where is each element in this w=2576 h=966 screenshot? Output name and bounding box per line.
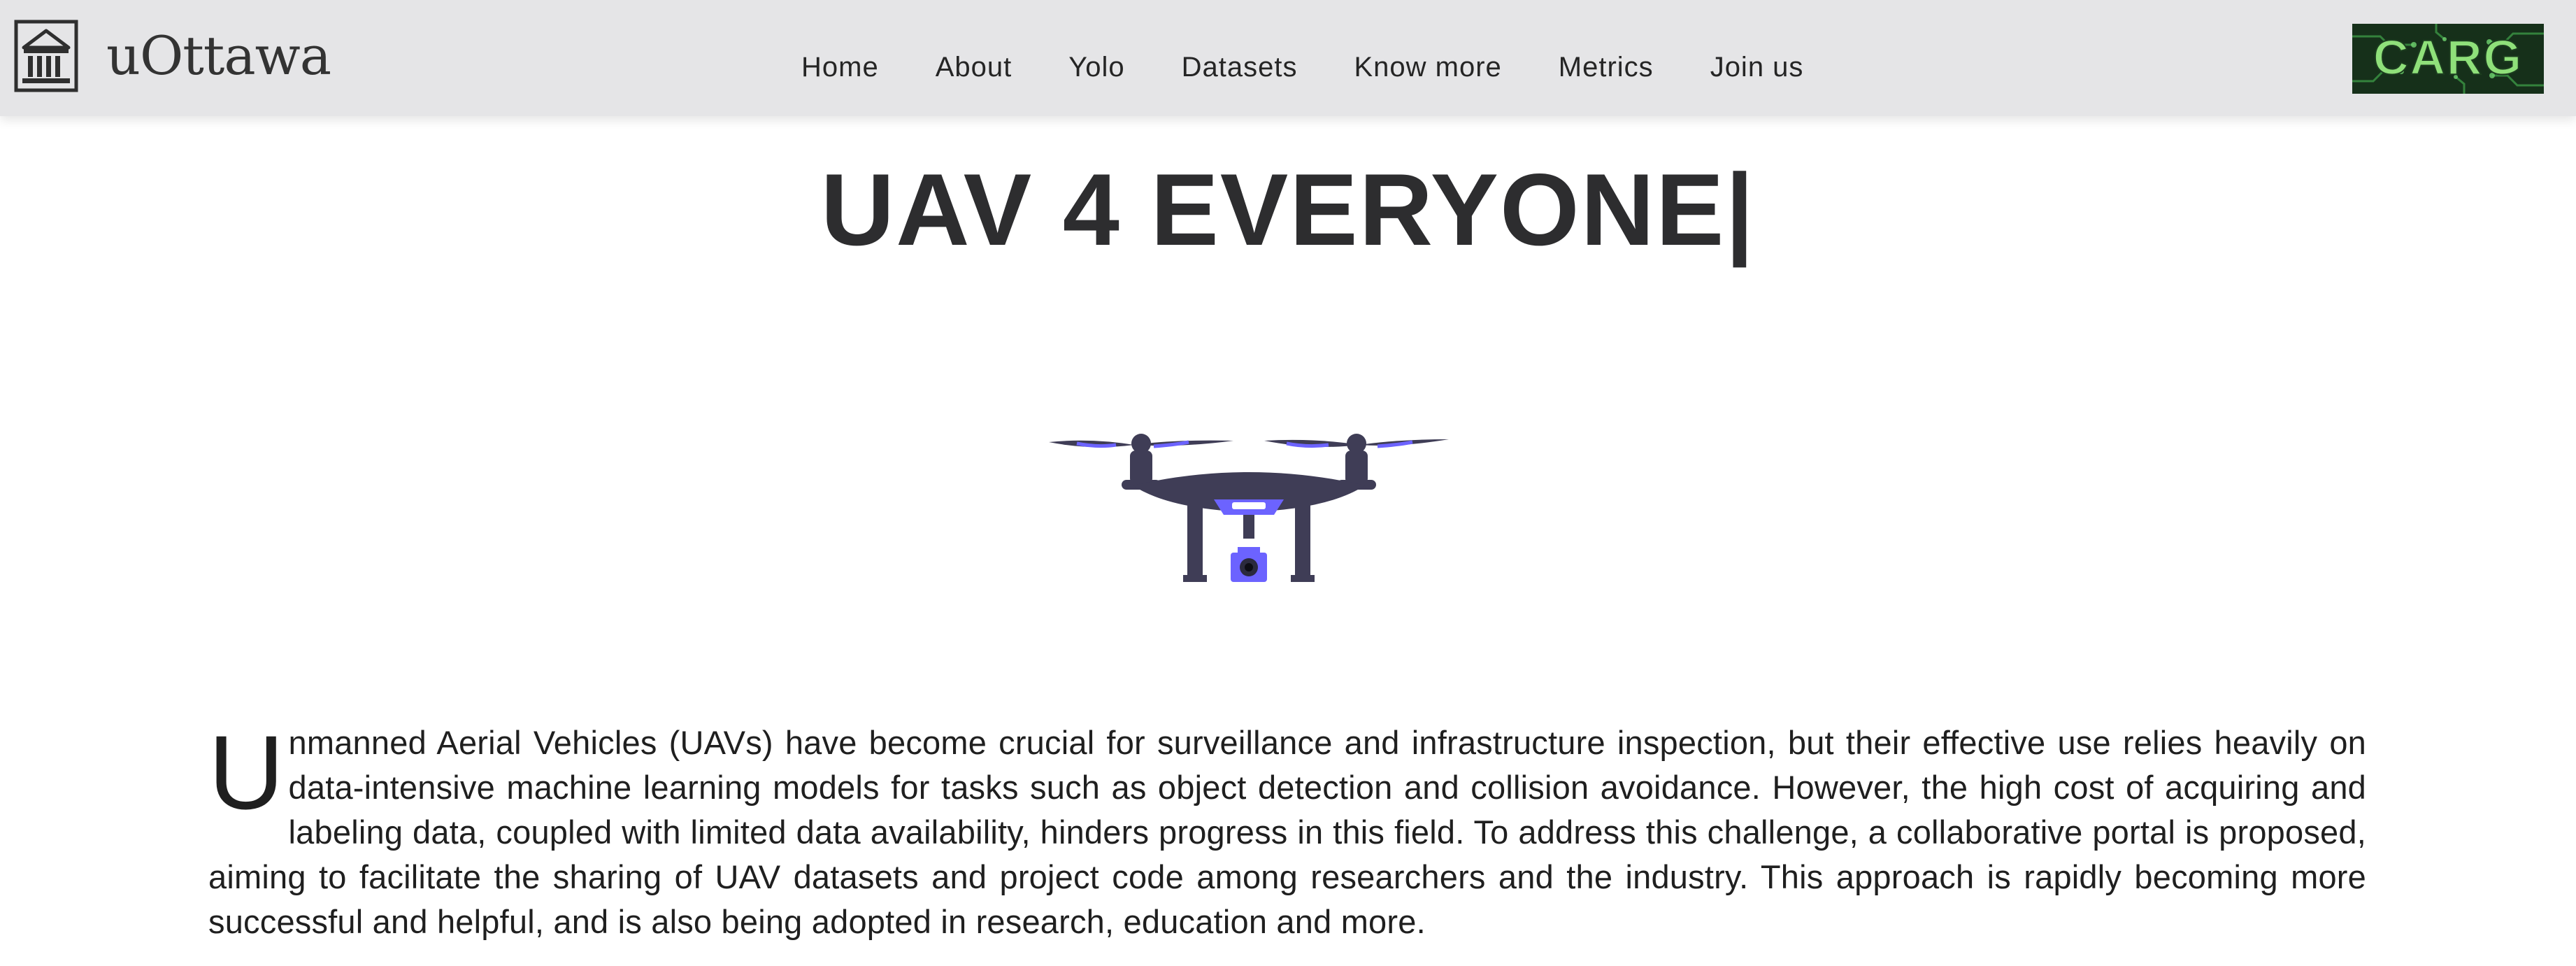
brand-link[interactable]: uOttawa xyxy=(14,20,331,92)
nav-link-home[interactable]: Home xyxy=(801,49,879,85)
intro-paragraph: Unmanned Aerial Vehicles (UAVs) have bec… xyxy=(208,720,2366,944)
intro-text: nmanned Aerial Vehicles (UAVs) have beco… xyxy=(208,724,2366,940)
drone-illustration xyxy=(1049,434,1449,582)
svg-text:CARG: CARG xyxy=(2373,30,2523,85)
intro-dropcap: U xyxy=(208,713,285,831)
nav-link-datasets[interactable]: Datasets xyxy=(1182,49,1298,85)
nav-link-know-more[interactable]: Know more xyxy=(1354,49,1501,85)
university-building-icon xyxy=(14,20,78,92)
nav-link-about[interactable]: About xyxy=(936,49,1012,85)
top-navbar: uOttawa Home About Yolo Datasets Know mo… xyxy=(0,0,2576,116)
brand-name: uOttawa xyxy=(106,24,331,87)
nav-link-yolo[interactable]: Yolo xyxy=(1068,49,1124,85)
carg-logo[interactable]: CARG xyxy=(2352,24,2544,94)
hero-title: UAV 4 EVERYONE| xyxy=(820,152,1756,267)
nav-link-join-us[interactable]: Join us xyxy=(1710,49,1804,85)
main-navigation: Home About Yolo Datasets Know more Metri… xyxy=(801,49,1803,85)
nav-link-metrics[interactable]: Metrics xyxy=(1559,49,1654,85)
